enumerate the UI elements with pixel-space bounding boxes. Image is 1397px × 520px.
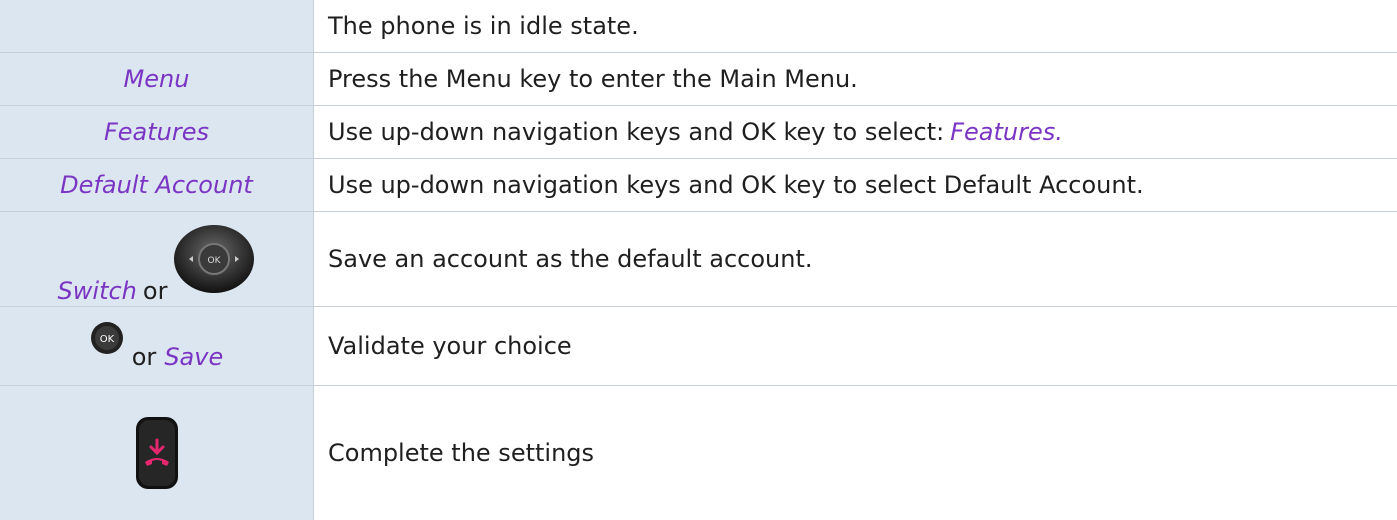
description-text: Press the Menu key to enter the Main Men…: [328, 65, 858, 93]
table-row: Default Account Use up-down navigation k…: [0, 159, 1397, 212]
action-cell: Menu: [0, 53, 314, 105]
description-text: Validate your choice: [328, 332, 572, 360]
description-text: Use up-down navigation keys and OK key t…: [328, 171, 1144, 199]
description-text: Use up-down navigation keys and OK key t…: [328, 118, 945, 146]
description-text: The phone is in idle state.: [328, 12, 639, 40]
description-cell: Use up-down navigation keys and OK key t…: [314, 106, 1397, 158]
or-label: or: [131, 343, 157, 371]
features-emphasis: Features.: [950, 118, 1063, 146]
action-cell: [0, 386, 314, 520]
table-row: The phone is in idle state.: [0, 0, 1397, 53]
default-account-label: Default Account: [60, 171, 253, 199]
description-cell: The phone is in idle state.: [314, 0, 1397, 52]
svg-text:OK: OK: [100, 334, 115, 345]
or-label: or: [142, 277, 168, 305]
navigation-key-icon: OK: [174, 225, 255, 293]
description-cell: Save an account as the default account.: [314, 212, 1397, 306]
table-row: Features Use up-down navigation keys and…: [0, 106, 1397, 159]
action-cell: [0, 0, 314, 52]
description-cell: Validate your choice: [314, 307, 1397, 385]
action-cell: Features: [0, 106, 314, 158]
action-cell: Default Account: [0, 159, 314, 211]
description-text: Complete the settings: [328, 439, 595, 467]
ok-key-icon: OK: [90, 322, 123, 354]
menu-key-label: Menu: [123, 65, 190, 93]
table-row: Switch or OK Save an account as the defa…: [0, 212, 1397, 307]
svg-text:OK: OK: [208, 256, 222, 266]
switch-label: Switch: [57, 277, 137, 305]
features-label: Features: [103, 118, 210, 146]
instruction-table: The phone is in idle state. Menu Press t…: [0, 0, 1397, 520]
table-row: Complete the settings: [0, 386, 1397, 520]
table-row: OK or Save Validate your choice: [0, 307, 1397, 386]
table-row: Menu Press the Menu key to enter the Mai…: [0, 53, 1397, 106]
description-text: Save an account as the default account.: [328, 245, 813, 273]
description-cell: Use up-down navigation keys and OK key t…: [314, 159, 1397, 211]
description-cell: Press the Menu key to enter the Main Men…: [314, 53, 1397, 105]
hang-up-key-icon: [135, 417, 178, 489]
save-label: Save: [164, 343, 224, 371]
action-cell: OK or Save: [0, 307, 314, 385]
description-cell: Complete the settings: [314, 386, 1397, 520]
action-cell: Switch or OK: [0, 212, 314, 306]
